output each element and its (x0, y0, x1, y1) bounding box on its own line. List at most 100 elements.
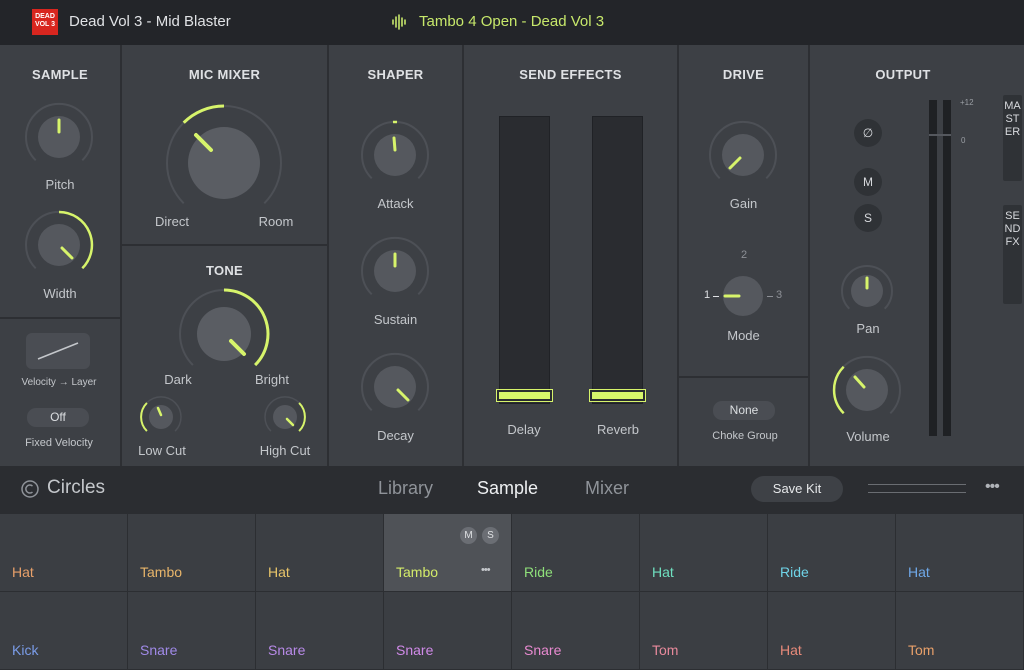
meter-zero-marker (929, 134, 951, 136)
save-kit-button[interactable]: Save Kit (751, 476, 843, 502)
pad-label: Tambo (396, 564, 439, 580)
drum-pad[interactable]: Tambo M S ••• (384, 514, 512, 592)
velocity-layer-label: Velocity → Layer (21, 377, 97, 388)
mute-button[interactable]: M (854, 168, 882, 196)
delay-label: Delay (507, 422, 541, 437)
drum-pad[interactable]: Snare (256, 592, 384, 670)
brand-name: Circles (47, 477, 106, 498)
mode-label: Mode (727, 328, 760, 343)
delay-fader-handle[interactable] (497, 390, 552, 401)
pad-label: Tambo (140, 564, 183, 580)
pad-label: Hat (12, 564, 34, 580)
mode-selector-knob[interactable] (722, 275, 764, 322)
reverb-fader-track[interactable] (592, 116, 643, 404)
pad-label: Hat (908, 564, 930, 580)
drum-pad[interactable]: Ride (512, 514, 640, 592)
pad-label: Ride (524, 564, 553, 580)
drum-pad[interactable]: Snare (384, 592, 512, 670)
gain-label: Gain (729, 196, 758, 211)
decay-label: Decay (377, 428, 414, 443)
tab-mixer[interactable]: Mixer (585, 478, 629, 499)
meter-zero-scale: 0 (961, 136, 966, 145)
circles-logo-icon (21, 480, 39, 498)
pad-solo-button[interactable]: S (482, 527, 499, 544)
tab-library[interactable]: Library (378, 478, 433, 499)
mode-3-tick: 3 (775, 289, 783, 301)
mode-1-dash (713, 296, 719, 297)
tone-dark-label: Dark (164, 372, 192, 387)
kit-progress-bar (868, 484, 966, 493)
high-cut-knob[interactable] (264, 396, 306, 443)
volume-knob[interactable] (832, 356, 901, 429)
level-meter-left (929, 100, 937, 436)
drum-pad[interactable]: Hat (640, 514, 768, 592)
pad-label: Snare (140, 642, 178, 658)
drum-pad[interactable]: Hat (0, 514, 128, 592)
pad-mute-button[interactable]: M (460, 527, 477, 544)
sample-section-title: SAMPLE (32, 67, 88, 82)
waveform-icon (392, 14, 406, 30)
pad-label: Tom (652, 642, 679, 658)
reverb-fader-handle[interactable] (590, 390, 645, 401)
sustain-knob[interactable] (361, 237, 429, 310)
pad-label: Snare (396, 642, 434, 658)
pitch-label: Pitch (45, 177, 75, 192)
pad-label: Snare (268, 642, 306, 658)
pitch-knob[interactable] (25, 103, 93, 176)
mic-mixer-knob[interactable] (164, 103, 284, 228)
pad-more-icon[interactable]: ••• (481, 564, 491, 576)
mic-direct-label: Direct (155, 214, 189, 229)
pad-label: Tom (908, 642, 935, 658)
attack-knob[interactable] (361, 120, 429, 194)
tone-bright-label: Bright (255, 372, 289, 387)
divider (462, 45, 464, 466)
more-options-icon[interactable]: ••• (985, 478, 1000, 496)
choke-group-select[interactable]: None (713, 401, 775, 420)
volume-label: Volume (846, 429, 890, 444)
drive-title: DRIVE (722, 67, 765, 82)
send-fx-tab[interactable]: SEND FX (1003, 205, 1022, 304)
tone-knob[interactable] (178, 288, 270, 385)
pad-grid: Hat Tambo Hat Tambo M S ••• Ride Hat Ride Hat Kick S… (0, 514, 1024, 670)
width-knob[interactable] (25, 210, 94, 284)
drum-pad[interactable]: Tambo (128, 514, 256, 592)
kit-title[interactable]: Dead Vol 3 - Mid Blaster (69, 13, 231, 30)
output-title: OUTPUT (875, 67, 931, 82)
pad-label: Hat (652, 564, 674, 580)
fixed-velocity-toggle[interactable]: Off (27, 408, 89, 427)
delay-fader-track[interactable] (499, 116, 550, 404)
high-cut-label: High Cut (259, 443, 311, 458)
meter-top-scale: +12 (960, 98, 974, 107)
width-label: Width (43, 286, 77, 301)
divider (122, 244, 327, 246)
low-cut-knob[interactable] (140, 396, 182, 443)
mic-room-label: Room (258, 214, 294, 229)
pad-label: Hat (780, 642, 802, 658)
velocity-layer-curve[interactable] (26, 333, 90, 369)
gain-knob[interactable] (709, 121, 777, 194)
divider (0, 317, 120, 319)
master-tab[interactable]: MASTER (1003, 95, 1022, 181)
divider (327, 45, 329, 466)
drum-pad[interactable]: Ride (768, 514, 896, 592)
drum-pad[interactable]: Hat (768, 592, 896, 670)
drum-pad[interactable]: Snare (128, 592, 256, 670)
divider (679, 376, 808, 378)
drum-pad[interactable]: Snare (512, 592, 640, 670)
tab-sample[interactable]: Sample (477, 478, 538, 499)
drum-pad[interactable]: Kick (0, 592, 128, 670)
decay-knob[interactable] (361, 353, 429, 426)
mode-2-tick: 2 (740, 249, 748, 261)
drum-pad[interactable]: Hat (256, 514, 384, 592)
phase-invert-button[interactable]: ∅ (854, 119, 882, 147)
shaper-title: SHAPER (367, 67, 424, 82)
solo-button[interactable]: S (854, 204, 882, 232)
reverb-label: Reverb (597, 422, 639, 437)
drum-pad[interactable]: Tom (896, 592, 1024, 670)
pan-label: Pan (856, 321, 880, 336)
drum-pad[interactable]: Hat (896, 514, 1024, 592)
mic-mixer-title: MIC MIXER (188, 67, 261, 82)
drum-pad[interactable]: Tom (640, 592, 768, 670)
pan-knob[interactable] (841, 265, 893, 322)
now-playing-sample[interactable]: Tambo 4 Open - Dead Vol 3 (419, 13, 604, 30)
